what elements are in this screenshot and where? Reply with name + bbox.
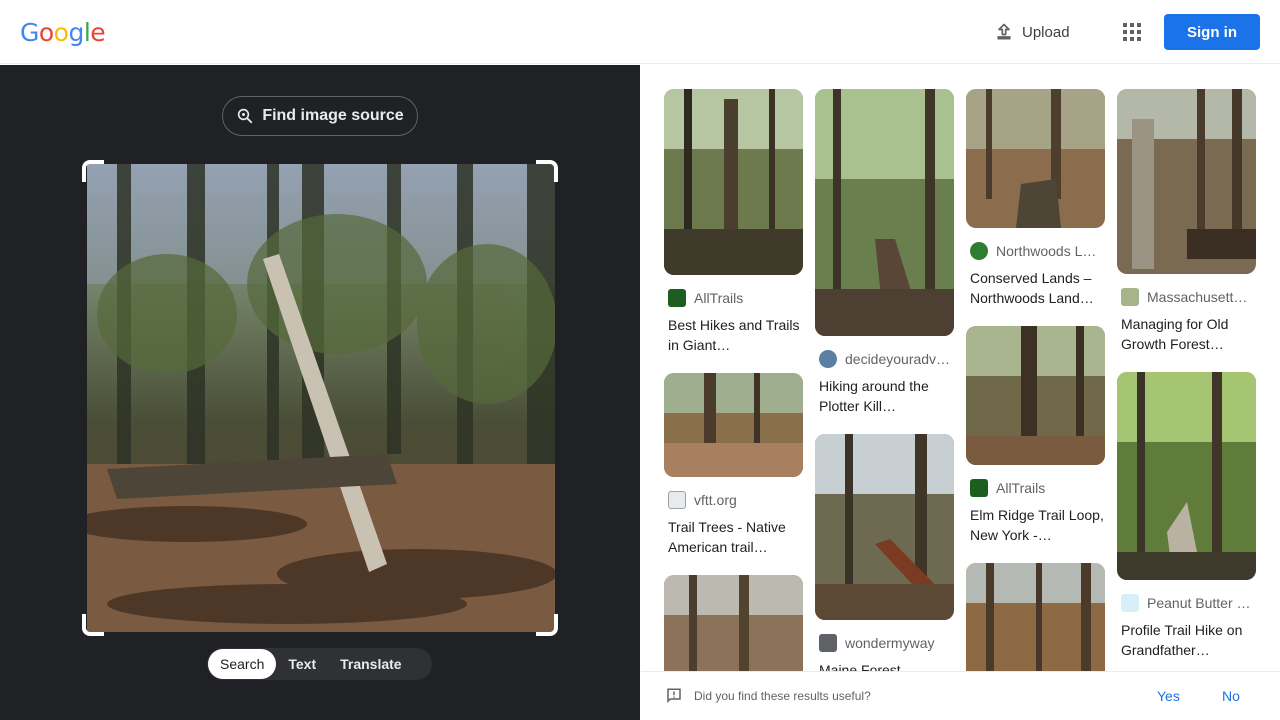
result-thumbnail[interactable] <box>1117 372 1256 580</box>
result-title[interactable]: Best Hikes and Trails in Giant… <box>664 315 803 355</box>
find-image-source-button[interactable]: Find image source <box>222 96 418 136</box>
result-thumbnail[interactable] <box>664 373 803 477</box>
result-thumbnail[interactable] <box>966 563 1105 671</box>
crop-handle-top-left[interactable] <box>82 160 104 182</box>
feedback-icon <box>667 688 681 704</box>
result-card[interactable]: vftt.org Trail Trees - Native American t… <box>664 373 803 557</box>
upload-label: Upload <box>1022 23 1070 41</box>
alltrails-favicon-icon <box>970 479 988 497</box>
crop-handle-bottom-left[interactable] <box>82 614 104 636</box>
peanut-butter-favicon-icon <box>1121 594 1139 612</box>
result-thumbnail[interactable] <box>966 326 1105 465</box>
vftt-favicon-icon <box>668 491 686 509</box>
decideyouradventure-favicon-icon <box>819 350 837 368</box>
sign-in-button[interactable]: Sign in <box>1164 14 1260 50</box>
result-card[interactable]: AllTrails Elm Ridge Trail Loop, New York… <box>966 326 1105 545</box>
crop-handle-bottom-right[interactable] <box>536 614 558 636</box>
result-card[interactable]: Massachusett… Managing for Old Growth Fo… <box>1117 89 1256 354</box>
result-source: Peanut Butter … <box>1147 595 1251 611</box>
lens-mode-switcher: Search Text Translate <box>207 648 432 680</box>
result-title[interactable]: Hiking around the Plotter Kill… <box>815 376 954 416</box>
result-thumbnail[interactable] <box>815 89 954 336</box>
northwoods-favicon-icon <box>970 242 988 260</box>
lens-image-panel: Find image source Search Text Translate <box>0 65 640 720</box>
result-card[interactable]: Northwoods L… Conserved Lands – Northwoo… <box>966 89 1105 308</box>
massachusetts-favicon-icon <box>1121 288 1139 306</box>
feedback-no-button[interactable]: No <box>1222 688 1240 704</box>
alltrails-favicon-icon <box>668 289 686 307</box>
feedback-question: Did you find these results useful? <box>694 689 871 703</box>
result-thumbnail[interactable] <box>815 434 954 620</box>
google-logo[interactable]: Google <box>20 18 106 47</box>
mode-search[interactable]: Search <box>208 649 277 679</box>
result-source: Massachusett… <box>1147 289 1248 305</box>
result-title[interactable]: Trail Trees - Native American trail… <box>664 517 803 557</box>
crop-handle-top-right[interactable] <box>536 160 558 182</box>
result-title[interactable]: Conserved Lands – Northwoods Land… <box>966 268 1105 308</box>
result-source: AllTrails <box>694 290 744 306</box>
result-source: vftt.org <box>694 492 737 508</box>
top-bar: Google Upload Sign in <box>0 0 1280 64</box>
grid-icon <box>1123 23 1141 41</box>
visual-matches: AllTrails Best Hikes and Trails in Giant… <box>641 65 1280 671</box>
result-card[interactable]: AllTrails Best Hikes and Trails in Giant… <box>664 89 803 355</box>
mode-text[interactable]: Text <box>276 649 328 679</box>
find-image-source-label: Find image source <box>262 107 404 124</box>
result-thumbnail[interactable] <box>966 89 1105 228</box>
result-title[interactable]: Maine Forest <box>815 660 954 671</box>
result-thumbnail[interactable] <box>1117 89 1256 274</box>
result-source: Northwoods L… <box>996 243 1097 259</box>
result-title[interactable]: Profile Trail Hike on Grandfather… <box>1117 620 1256 660</box>
result-title[interactable]: Elm Ridge Trail Loop, New York -… <box>966 505 1105 545</box>
query-image[interactable] <box>87 164 555 632</box>
result-card[interactable]: decideyouradv… Hiking around the Plotter… <box>815 89 954 416</box>
lens-search-icon <box>238 108 253 124</box>
upload-icon <box>997 23 1011 40</box>
apps-button[interactable] <box>1114 14 1150 50</box>
result-source: AllTrails <box>996 480 1046 496</box>
wondermyway-favicon-icon <box>819 634 837 652</box>
result-title[interactable]: Managing for Old Growth Forest… <box>1117 314 1256 354</box>
result-source: decideyouradv… <box>845 351 951 367</box>
result-card[interactable] <box>966 563 1105 671</box>
result-card[interactable]: wondermyway Maine Forest <box>815 434 954 671</box>
result-card[interactable]: Peanut Butter … Profile Trail Hike on Gr… <box>1117 372 1256 660</box>
feedback-yes-button[interactable]: Yes <box>1157 688 1180 704</box>
result-thumbnail[interactable] <box>664 575 803 671</box>
upload-button[interactable]: Upload <box>984 14 1080 50</box>
mode-translate[interactable]: Translate <box>328 649 413 679</box>
result-thumbnail[interactable] <box>664 89 803 275</box>
feedback-bar: Did you find these results useful? Yes N… <box>641 671 1280 720</box>
result-source: wondermyway <box>845 635 935 651</box>
result-card[interactable] <box>664 575 803 671</box>
